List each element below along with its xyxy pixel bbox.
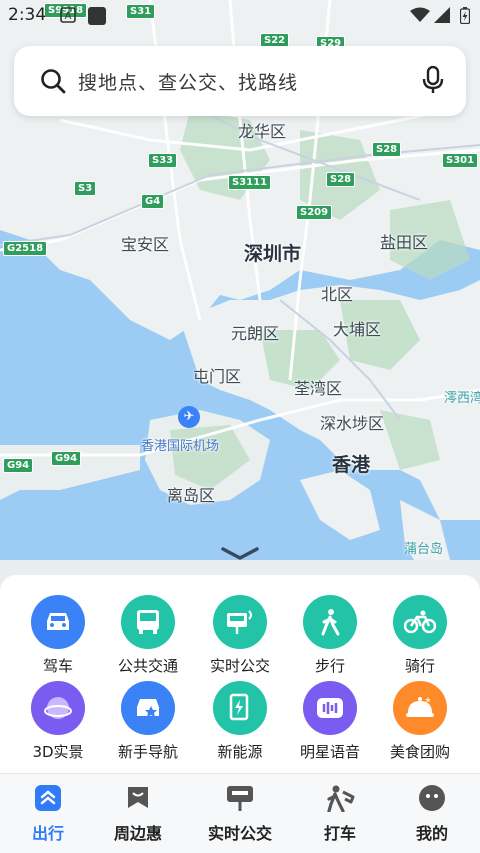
place-label-hongkong: 香港 <box>332 454 371 476</box>
bus-icon <box>121 595 175 649</box>
search-bar[interactable]: 搜地点、查公交、找路线 <box>14 46 466 116</box>
novice-nav-icon <box>121 681 175 735</box>
place-label-north: 北区 <box>321 285 354 304</box>
nearby-deals-icon <box>124 787 152 816</box>
profile-icon <box>418 785 446 816</box>
service-realtime-bus[interactable]: 实时公交 <box>192 595 288 676</box>
airport-icon[interactable]: ✈ <box>178 406 200 428</box>
place-label-shenzhen: 深圳市 <box>244 243 302 265</box>
place-label-taipo: 大埔区 <box>333 320 382 339</box>
road-shield-g94-west: G94 <box>3 458 34 473</box>
service-drive[interactable]: 驾车 <box>10 595 106 676</box>
service-label: 明星语音 <box>299 743 360 761</box>
road-shield-s301: S301 <box>442 153 479 168</box>
place-label-sham-shui-po: 深水埗区 <box>320 414 385 433</box>
travel-icon <box>34 785 62 816</box>
tab-label: 打车 <box>323 824 356 843</box>
tab-label: 出行 <box>31 824 64 843</box>
microphone-icon[interactable] <box>422 65 444 98</box>
voice-icon <box>303 681 357 735</box>
tab-nearby-deals[interactable]: 周边惠 <box>90 784 186 844</box>
search-input[interactable]: 搜地点、查公交、找路线 <box>78 68 298 95</box>
notification-icon: A <box>60 7 76 27</box>
taxi-icon <box>325 785 355 816</box>
place-label-airport[interactable]: 香港国际机场 <box>141 435 219 454</box>
wifi-icon <box>410 7 430 27</box>
place-label-baoan: 宝安区 <box>121 235 170 254</box>
walk-icon <box>303 595 357 649</box>
service-label: 骑行 <box>404 657 435 675</box>
car-icon <box>31 595 85 649</box>
service-label: 步行 <box>314 657 345 675</box>
tab-label: 我的 <box>415 824 448 843</box>
svg-text:A: A <box>65 11 72 22</box>
signal-icon <box>434 7 450 27</box>
app-notification-icon <box>88 7 106 29</box>
service-label: 美食团购 <box>389 743 450 761</box>
service-public-transit[interactable]: 公共交通 <box>100 595 196 676</box>
service-walk[interactable]: 步行 <box>282 595 378 676</box>
service-label: 实时公交 <box>209 657 270 675</box>
place-label-yantian: 盐田区 <box>380 233 429 252</box>
place-label-po-toi: 蒲台岛 <box>404 542 444 557</box>
status-time: 2:34 <box>8 5 47 25</box>
road-shield-s209: S209 <box>296 205 333 220</box>
tab-taxi[interactable]: 打车 <box>292 784 388 844</box>
service-label: 驾车 <box>42 657 73 675</box>
chevron-down-icon[interactable] <box>220 546 260 566</box>
bus-stop-icon <box>225 786 255 816</box>
road-shield-s3: S3 <box>74 181 97 196</box>
road-shield-g4: G4 <box>141 194 165 209</box>
bike-icon <box>393 595 447 649</box>
service-novice-navigation[interactable]: 新手导航 <box>100 681 196 762</box>
tab-travel[interactable]: 出行 <box>0 784 96 844</box>
tab-profile[interactable]: 我的 <box>384 784 480 844</box>
service-new-energy[interactable]: 新能源 <box>192 681 288 762</box>
service-label: 3D实景 <box>32 743 84 761</box>
road-shield-g94-east: G94 <box>51 451 82 466</box>
place-label-tuenmun: 屯门区 <box>193 367 242 386</box>
road-shield-s28-south: S28 <box>326 172 356 187</box>
food-icon <box>393 681 447 735</box>
road-shield-s33: S33 <box>148 153 178 168</box>
globe-3d-icon <box>31 681 85 735</box>
road-shield-g2518: G2518 <box>3 241 48 256</box>
realtime-bus-icon <box>213 595 267 649</box>
place-label-longhua: 龙华区 <box>238 122 287 141</box>
service-star-voice[interactable]: 明星语音 <box>282 681 378 762</box>
place-label-islands: 离岛区 <box>167 486 216 505</box>
battery-icon <box>459 7 471 28</box>
tab-label: 实时公交 <box>207 824 272 843</box>
place-label-bay: 澪西湾 <box>444 391 480 406</box>
service-food-deals[interactable]: 美食团购 <box>372 681 468 762</box>
tab-label: 周边惠 <box>113 824 162 843</box>
service-3d-view[interactable]: 3D实景 <box>10 681 106 762</box>
place-label-tsuenwan: 荃湾区 <box>294 379 343 398</box>
services-panel: 驾车 公共交通 实时公交 步行 骑行 3D实景 新手导航 新能源 明星语音 美食… <box>0 575 480 775</box>
tab-realtime-bus[interactable]: 实时公交 <box>192 784 288 844</box>
service-label: 公共交通 <box>117 657 178 675</box>
service-label: 新能源 <box>217 743 263 761</box>
road-shield-s28-north: S28 <box>372 142 402 157</box>
road-shield-s3111: S3111 <box>228 175 272 190</box>
service-cycling[interactable]: 骑行 <box>372 595 468 676</box>
service-label: 新手导航 <box>117 743 178 761</box>
bottom-tab-bar: 出行 周边惠 实时公交 打车 我的 <box>0 773 480 853</box>
search-icon <box>40 68 66 98</box>
place-label-yuenlong: 元朗区 <box>231 324 280 343</box>
status-bar: 2:34 A <box>0 0 480 30</box>
charging-icon <box>213 681 267 735</box>
